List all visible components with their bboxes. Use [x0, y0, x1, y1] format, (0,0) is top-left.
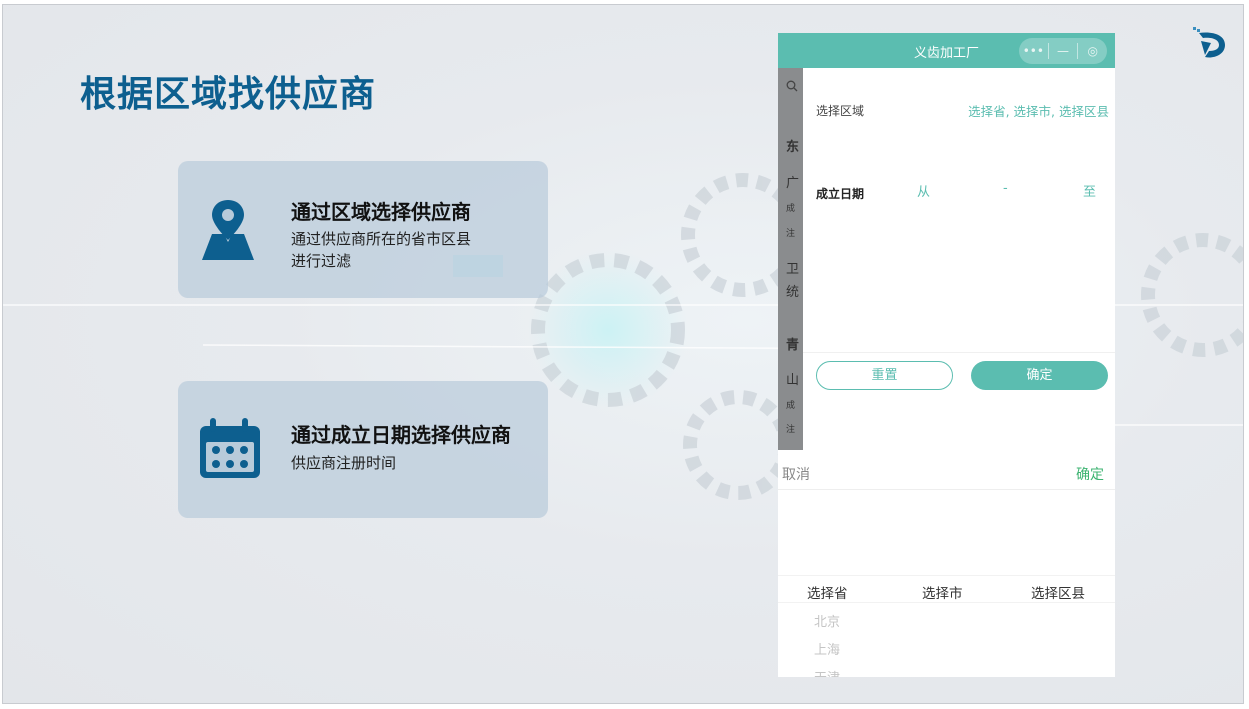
mini-program-capsule: ••• — ◎ — [1019, 38, 1107, 64]
province-option[interactable]: 上海 — [814, 639, 840, 658]
picker-cancel-button[interactable]: 取消 — [782, 464, 810, 484]
list-item: 成 — [786, 204, 796, 214]
list-item: 卫 — [786, 262, 800, 277]
date-to-picker[interactable]: 至 — [1083, 181, 1096, 200]
province-option[interactable]: 天津 — [814, 667, 840, 677]
close-icon[interactable]: ◎ — [1078, 44, 1107, 58]
card-description-line: 进行过滤 — [291, 252, 352, 270]
card-title: 通过区域选择供应商 — [291, 200, 471, 224]
date-separator: - — [1003, 181, 1008, 196]
more-icon[interactable]: ••• — [1019, 44, 1048, 58]
minimize-icon[interactable]: — — [1049, 44, 1078, 58]
list-item: 统 — [786, 285, 800, 300]
card-description-line: 通过供应商所在的省市区县 — [291, 230, 472, 248]
card-description: 通过供应商所在的省市区县 进行过滤 — [291, 228, 501, 272]
list-item: 东 — [786, 140, 800, 155]
slide-title: 根据区域找供应商 — [80, 74, 377, 115]
list-item: 广 — [786, 176, 800, 191]
phone-mockup: 义齿加工厂 ••• — ◎ 东 广 成 注 卫 统 青 山 成 注 选择区域 选… — [778, 33, 1115, 677]
card-title: 通过成立日期选择供应商 — [291, 423, 511, 447]
picker-column-headers: 选择省 选择市 选择区县 — [778, 575, 1115, 603]
confirm-button[interactable]: 确定 — [971, 361, 1108, 390]
list-item: 成 — [786, 401, 796, 411]
navigation-bar: 义齿加工厂 ••• — ◎ — [778, 33, 1115, 68]
filter-panel: 选择区域 选择省, 选择市, 选择区县 成立日期 从 - 至 重置 确定 — [803, 68, 1115, 450]
search-icon — [786, 80, 798, 92]
card-description: 供应商注册时间 — [291, 452, 501, 474]
region-picker-header: 取消 确定 — [778, 450, 1115, 490]
picker-confirm-button[interactable]: 确定 — [1076, 464, 1104, 484]
date-label: 成立日期 — [816, 187, 865, 201]
province-option[interactable]: 北京 — [814, 611, 840, 630]
list-item: 注 — [786, 425, 796, 435]
tab-city[interactable]: 选择市 — [922, 582, 963, 602]
dimmed-supplier-list: 东 广 成 注 卫 统 青 山 成 注 — [778, 68, 803, 450]
date-filter-card: 通过成立日期选择供应商 供应商注册时间 — [178, 381, 548, 518]
card-description-line: 供应商注册时间 — [291, 454, 397, 472]
region-filter-card: 通过区域选择供应商 通过供应商所在的省市区县 进行过滤 — [178, 161, 548, 298]
slide: 根据区域找供应商 通过区域选择供应商 通过供应商所在的省市区县 进行过滤 通过成… — [2, 4, 1244, 704]
divider — [803, 352, 1115, 353]
company-logo-icon — [1193, 27, 1225, 58]
map-pin-icon — [202, 200, 254, 260]
tab-district[interactable]: 选择区县 — [1031, 582, 1085, 602]
list-item: 注 — [786, 229, 796, 239]
calendar-icon — [200, 418, 260, 478]
region-label: 选择区域 — [816, 104, 865, 118]
date-from-picker[interactable]: 从 — [917, 181, 930, 200]
region-selector[interactable]: 选择省, 选择市, 选择区县 — [968, 101, 1109, 120]
reset-button[interactable]: 重置 — [816, 361, 953, 390]
list-item: 青 — [786, 338, 800, 353]
tab-province[interactable]: 选择省 — [807, 582, 848, 602]
list-item: 山 — [786, 373, 800, 388]
